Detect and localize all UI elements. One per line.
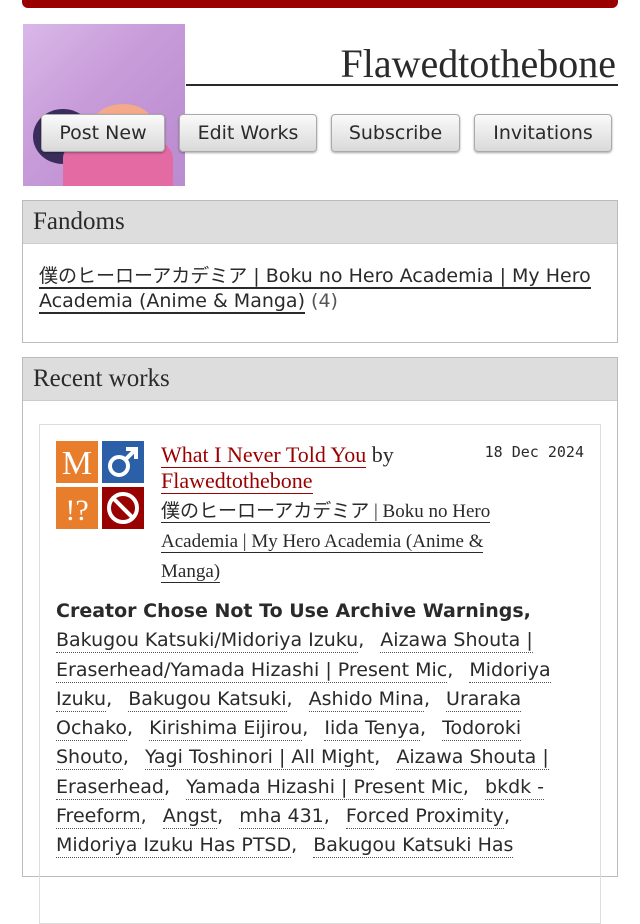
tag-separator: ,: [127, 717, 134, 740]
tag-separator: ,: [122, 746, 129, 769]
tag-separator: ,: [106, 687, 113, 710]
tag-separator: ,: [140, 805, 147, 828]
work-title-link[interactable]: What I Never Told You: [161, 442, 367, 468]
work-fandom: 僕のヒーローアカデミア | Boku no Hero Academia | My…: [161, 497, 491, 587]
tag-separator: ,: [420, 717, 427, 740]
fandoms-heading: Fandoms: [23, 201, 617, 244]
author-link[interactable]: Flawedtothebone: [161, 468, 313, 494]
post-new-button[interactable]: Post New: [41, 114, 165, 152]
tag-separator: ,: [462, 775, 469, 798]
site-header-bar: [22, 0, 618, 8]
tag-link[interactable]: Midoriya Izuku Has PTSD: [56, 834, 292, 859]
work-blurb: M !? What I Never Told You by Flawedtoth…: [39, 424, 601, 924]
tag-link[interactable]: Bakugou Katsuki Has: [313, 834, 514, 859]
tag-link[interactable]: mha 431: [239, 805, 324, 830]
recent-works-panel: Recent works M !? What I Never Told You …: [22, 357, 618, 924]
avatar: [23, 24, 185, 186]
svg-text:!?: !?: [65, 494, 88, 527]
tag-link[interactable]: Iida Tenya: [324, 717, 421, 742]
tag-link[interactable]: Yagi Toshinori | All Might: [144, 746, 375, 771]
tag-separator: ,: [503, 805, 510, 828]
svg-text:M: M: [62, 445, 92, 482]
tag-separator: ,: [302, 717, 309, 740]
tag-separator: ,: [286, 687, 293, 710]
work-heading: What I Never Told You by Flawedtothebone: [161, 442, 461, 494]
category-mm-icon: [102, 441, 144, 483]
tag-separator: ,: [358, 629, 365, 652]
tag-link[interactable]: Angst: [162, 805, 218, 830]
tag-separator: ,: [217, 805, 224, 828]
invitations-button[interactable]: Invitations: [474, 114, 612, 152]
tag-separator: ,: [291, 834, 298, 857]
fandom-list-item: 僕のヒーローアカデミア | Boku no Hero Academia | My…: [23, 244, 617, 314]
rating-mature-icon: M: [56, 441, 98, 483]
fandoms-panel: Fandoms 僕のヒーローアカデミア | Boku no Hero Acade…: [22, 200, 618, 343]
edit-works-button[interactable]: Edit Works: [179, 114, 317, 152]
tag-separator: ,: [423, 687, 430, 710]
tag-link[interactable]: Bakugou Katsuki: [128, 687, 287, 712]
work-date: 18 Dec 2024: [484, 443, 584, 461]
required-tags[interactable]: M !?: [56, 441, 144, 529]
username-heading: Flawedtothebone: [186, 38, 618, 86]
warning-tag[interactable]: Creator Chose Not To Use Archive Warning…: [56, 600, 531, 622]
tag-separator: ,: [163, 775, 171, 798]
by-label: by: [371, 442, 394, 467]
subscribe-button[interactable]: Subscribe: [331, 114, 460, 152]
work-tags: Creator Chose Not To Use Archive Warning…: [56, 597, 586, 861]
work-fandom-link[interactable]: 僕のヒーローアカデミア | Boku no Hero Academia | My…: [161, 501, 491, 583]
tag-link[interactable]: Kirishima Eijirou: [149, 717, 303, 742]
fandom-count: (4): [311, 290, 338, 312]
tag-link[interactable]: Forced Proximity: [345, 805, 504, 830]
tag-separator: ,: [323, 805, 330, 828]
recent-works-heading: Recent works: [23, 358, 617, 401]
warning-choose-not-icon: !?: [56, 487, 98, 529]
tag-separator: ,: [374, 746, 381, 769]
status-incomplete-icon: [102, 487, 144, 529]
tag-link[interactable]: Yamada Hizashi | Present Mic: [186, 775, 463, 800]
tag-link[interactable]: Ashido Mina: [308, 687, 424, 712]
tag-separator: ,: [447, 658, 454, 681]
tag-link[interactable]: Bakugou Katsuki/Midoriya Izuku: [56, 629, 359, 654]
